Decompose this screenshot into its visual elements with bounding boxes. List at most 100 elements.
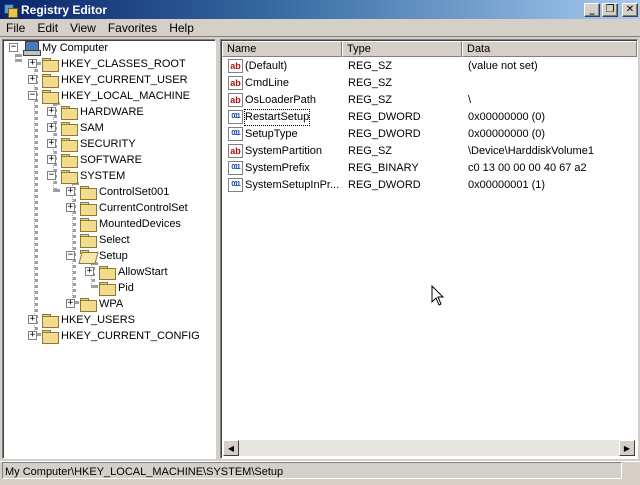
value-row[interactable]: 011 SetupType REG_DWORD 0x00000000 (0) — [223, 126, 637, 143]
tree-item-label: HARDWARE — [80, 106, 144, 118]
binary-value-icon: 011 — [228, 178, 243, 192]
collapse-box[interactable]: − — [66, 251, 75, 260]
expand-box[interactable]: + — [47, 155, 56, 164]
expand-box[interactable]: + — [66, 203, 75, 212]
value-data: c0 13 00 00 00 40 67 a2 — [468, 162, 587, 174]
tree-item-label: MountedDevices — [99, 218, 181, 230]
binary-value-icon: 011 — [228, 161, 243, 175]
tree-item-sam[interactable]: + SAM — [47, 120, 104, 136]
value-row[interactable]: 011 SystemSetupInPr... REG_DWORD 0x00000… — [223, 177, 637, 194]
tree-item-pid[interactable]: Pid — [85, 280, 134, 296]
expand-box[interactable]: + — [47, 139, 56, 148]
value-data: 0x00000000 (0) — [468, 128, 546, 140]
window-title: Registry Editor — [21, 2, 108, 17]
tree-item-label: Setup — [99, 250, 128, 262]
folder-icon — [42, 329, 59, 344]
tree-item-label: My Computer — [42, 42, 109, 54]
close-button[interactable]: ✕ — [622, 2, 638, 17]
tree-item-label: HKEY_CURRENT_USER — [61, 74, 188, 86]
tree-item-setup[interactable]: − Setup — [66, 248, 128, 264]
value-name: OsLoaderPath — [245, 94, 316, 106]
tree-item-wpa[interactable]: + WPA — [66, 296, 123, 312]
tree-item-select[interactable]: Select — [66, 232, 130, 248]
tree-item-security[interactable]: + SECURITY — [47, 136, 136, 152]
value-row[interactable]: ab (Default) REG_SZ (value not set) — [223, 58, 637, 75]
value-name: SystemSetupInPr... — [245, 179, 340, 191]
string-value-icon: ab — [228, 93, 243, 107]
expand-box[interactable]: + — [66, 187, 75, 196]
tree-item-mounteddevices[interactable]: MountedDevices — [66, 216, 181, 232]
tree-item-label: Select — [99, 234, 130, 246]
tree-item-controlset001[interactable]: + ControlSet001 — [66, 184, 169, 200]
minimize-button[interactable]: _ — [584, 2, 600, 17]
tree-item-label: SYSTEM — [80, 170, 126, 182]
value-row[interactable]: ab OsLoaderPath REG_SZ \ — [223, 92, 637, 109]
column-header-data[interactable]: Data — [462, 41, 637, 57]
scroll-left-arrow-icon[interactable]: ◀ — [223, 440, 239, 456]
folder-icon — [61, 137, 78, 152]
menu-view[interactable]: View — [64, 19, 102, 37]
column-header-name[interactable]: Name — [222, 41, 342, 57]
folder-icon — [42, 89, 59, 104]
menu-file[interactable]: File — [0, 19, 31, 37]
mouse-cursor-icon — [431, 285, 445, 306]
status-bar: My Computer\HKEY_LOCAL_MACHINE\SYSTEM\Se… — [0, 461, 640, 480]
value-name: RestartSetup — [243, 109, 311, 126]
menu-edit[interactable]: Edit — [31, 19, 64, 37]
tree-item-software[interactable]: + SOFTWARE — [47, 152, 142, 168]
tree-item-label: HKEY_CLASSES_ROOT — [61, 58, 186, 70]
scroll-right-arrow-icon[interactable]: ▶ — [619, 440, 635, 456]
menu-help[interactable]: Help — [163, 19, 200, 37]
value-row[interactable]: ab SystemPartition REG_SZ \Device\Harddi… — [223, 143, 637, 160]
expand-box[interactable]: + — [28, 331, 37, 340]
expand-box[interactable]: + — [85, 267, 94, 276]
folder-icon — [42, 57, 59, 72]
column-header-type[interactable]: Type — [342, 41, 462, 57]
collapse-box[interactable]: − — [9, 43, 18, 52]
expand-box[interactable]: + — [28, 315, 37, 324]
registry-tree[interactable]: − My Computer + HKEY_CLASSES_ROOT + HKEY… — [2, 39, 216, 459]
tree-item-hkey-current-config[interactable]: + HKEY_CURRENT_CONFIG — [28, 328, 200, 344]
value-row-selected[interactable]: 011 RestartSetup REG_DWORD 0x00000000 (0… — [223, 109, 637, 126]
folder-icon — [80, 185, 97, 200]
collapse-box[interactable]: − — [28, 91, 37, 100]
expand-box[interactable]: + — [66, 299, 75, 308]
value-name: SystemPrefix — [245, 162, 310, 174]
values-list[interactable]: Name Type Data ab (Default) REG_SZ (valu… — [220, 39, 638, 459]
string-value-icon: ab — [228, 144, 243, 158]
expand-box[interactable]: + — [47, 123, 56, 132]
menu-favorites[interactable]: Favorites — [102, 19, 163, 37]
expand-box[interactable]: + — [28, 59, 37, 68]
status-path: My Computer\HKEY_LOCAL_MACHINE\SYSTEM\Se… — [2, 462, 622, 479]
value-row[interactable]: ab CmdLine REG_SZ — [223, 75, 637, 92]
expand-box[interactable]: + — [28, 75, 37, 84]
registry-editor-icon — [3, 3, 18, 18]
folder-icon — [61, 153, 78, 168]
tree-item-label: SECURITY — [80, 138, 136, 150]
tree-item-label: Pid — [118, 282, 134, 294]
tree-item-my-computer[interactable]: − My Computer — [9, 40, 108, 56]
tree-item-hkey-current-user[interactable]: + HKEY_CURRENT_USER — [28, 72, 188, 88]
tree-item-hkey-users[interactable]: + HKEY_USERS — [28, 312, 135, 328]
tree-item-currentcontrolset[interactable]: + CurrentControlSet — [66, 200, 188, 216]
tree-item-allowstart[interactable]: + AllowStart — [85, 264, 168, 280]
title-bar[interactable]: Registry Editor _ ❐ ✕ — [0, 0, 640, 19]
tree-item-label: HKEY_USERS — [61, 314, 135, 326]
tree-item-hkey-classes-root[interactable]: + HKEY_CLASSES_ROOT — [28, 56, 186, 72]
collapse-box[interactable]: − — [47, 171, 56, 180]
tree-item-hardware[interactable]: + HARDWARE — [47, 104, 144, 120]
value-row[interactable]: 011 SystemPrefix REG_BINARY c0 13 00 00 … — [223, 160, 637, 177]
restore-button[interactable]: ❐ — [602, 2, 618, 17]
tree-item-label: HKEY_LOCAL_MACHINE — [61, 90, 190, 102]
tree-item-hkey-local-machine[interactable]: − HKEY_LOCAL_MACHINE — [28, 88, 190, 104]
binary-value-icon: 011 — [228, 127, 243, 141]
value-type: REG_DWORD — [348, 179, 421, 191]
value-data: \Device\HarddiskVolume1 — [468, 145, 594, 157]
folder-icon — [99, 281, 116, 296]
horizontal-scrollbar[interactable]: ◀ ▶ — [223, 440, 635, 456]
tree-item-label: CurrentControlSet — [99, 202, 188, 214]
folder-icon — [99, 265, 116, 280]
expand-box[interactable]: + — [47, 107, 56, 116]
tree-item-system[interactable]: − SYSTEM — [47, 168, 125, 184]
value-type: REG_SZ — [348, 145, 393, 157]
